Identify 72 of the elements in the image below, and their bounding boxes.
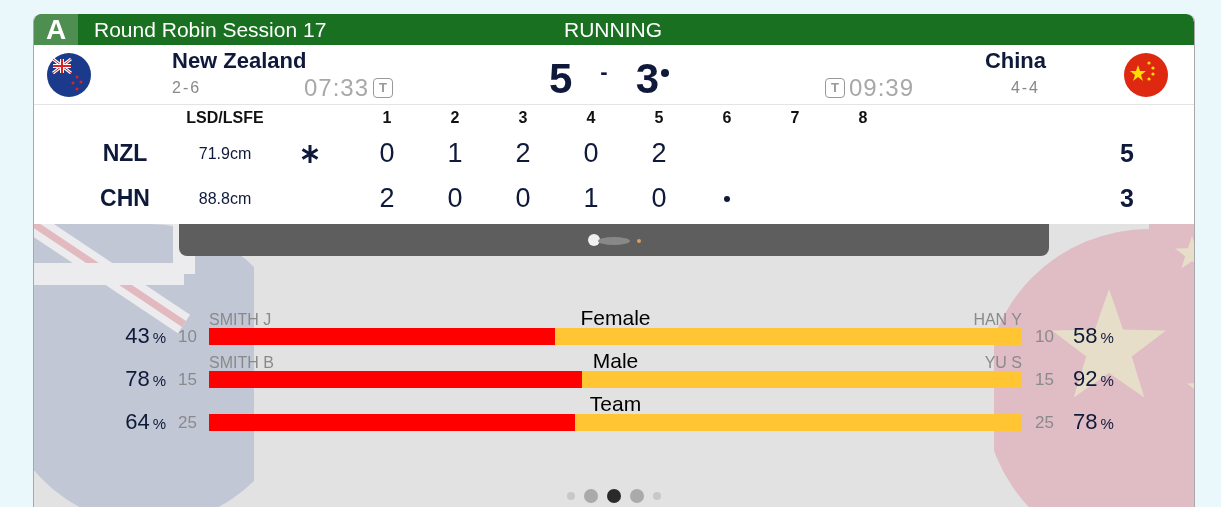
page-dot[interactable] [630, 489, 644, 503]
timer: 07:33 [303, 73, 369, 102]
sheet-label: A [34, 14, 78, 45]
percent-sign: % [1100, 372, 1114, 389]
percentage: 78% [125, 366, 166, 392]
lsd-value: 71.9cm [198, 144, 252, 163]
total-score: 3 [1120, 184, 1134, 213]
score-separator: - [600, 58, 608, 85]
lsd-value: 88.8cm [198, 189, 252, 208]
end-heading: 4 [586, 109, 596, 127]
end-score: 2 [379, 183, 395, 214]
page-dot[interactable] [567, 492, 575, 500]
end-heading: 3 [518, 109, 528, 127]
page-dot[interactable] [584, 489, 598, 503]
total-score: 5 [1120, 139, 1134, 168]
end-heading: 2 [450, 109, 460, 127]
timeout-badge: T [373, 77, 393, 98]
end-score: 1 [447, 138, 463, 169]
shot-count: 10 [1035, 326, 1054, 347]
end-score: 0 [651, 183, 667, 214]
page-dot[interactable] [653, 492, 661, 500]
end-score: 0 [379, 138, 395, 169]
category-label: Female [580, 306, 651, 330]
end-heading: 7 [790, 109, 800, 127]
end-score: 0 [447, 183, 463, 214]
player-name: HAN Y [973, 312, 1022, 328]
shot-count: 15 [178, 369, 197, 390]
player-name: YU S [984, 355, 1022, 371]
team-code: NZL [102, 140, 148, 167]
percentage: 64% [125, 409, 166, 435]
player-name: SMITH J [209, 312, 272, 328]
percentage: 58% [1072, 323, 1114, 349]
team-record: 4-4 [1010, 78, 1040, 97]
session-title: Round Robin Session 17 [94, 17, 327, 42]
end-score: 1 [583, 183, 599, 214]
end-heading: 8 [858, 109, 868, 127]
category-label: Team [589, 392, 642, 416]
end-score: 0 [515, 183, 531, 214]
timer: 09:39 [849, 73, 915, 102]
collapse-bar[interactable] [179, 224, 1049, 256]
end-score: 2 [515, 138, 531, 169]
shot-count: 10 [178, 326, 197, 347]
shot-count: 25 [1035, 412, 1054, 433]
end-score: 2 [651, 138, 667, 169]
category-label: Male [592, 349, 639, 373]
team-score: 5 [548, 54, 573, 103]
percentage: 43% [125, 323, 166, 349]
flag-icon [47, 52, 91, 97]
team-score: 3 [635, 54, 669, 103]
percentage: 78% [1072, 409, 1114, 435]
team-record: 2-6 [172, 78, 202, 97]
percent-sign: % [152, 415, 166, 432]
timeout-badge: T [825, 77, 845, 98]
game-status: RUNNING [564, 17, 662, 42]
shot-count: 25 [178, 412, 197, 433]
end-score: 0 [583, 138, 599, 169]
team-name: New Zealand [172, 47, 307, 74]
team-code: CHN [100, 185, 150, 212]
player-name: SMITH B [209, 355, 274, 371]
shot-count: 15 [1035, 369, 1054, 390]
end-heading: 1 [382, 109, 392, 127]
flag-icon [1124, 52, 1168, 97]
team-name: China [984, 47, 1046, 74]
column-heading: LSD/LSFE [186, 109, 264, 127]
percentage: 92% [1072, 366, 1114, 392]
page-dot[interactable] [607, 489, 621, 503]
percent-sign: % [152, 372, 166, 389]
percent-sign: % [1100, 415, 1114, 432]
end-heading: 6 [722, 109, 732, 127]
end-heading: 5 [654, 109, 664, 127]
percent-sign: % [1100, 329, 1114, 346]
percent-sign: % [152, 329, 166, 346]
